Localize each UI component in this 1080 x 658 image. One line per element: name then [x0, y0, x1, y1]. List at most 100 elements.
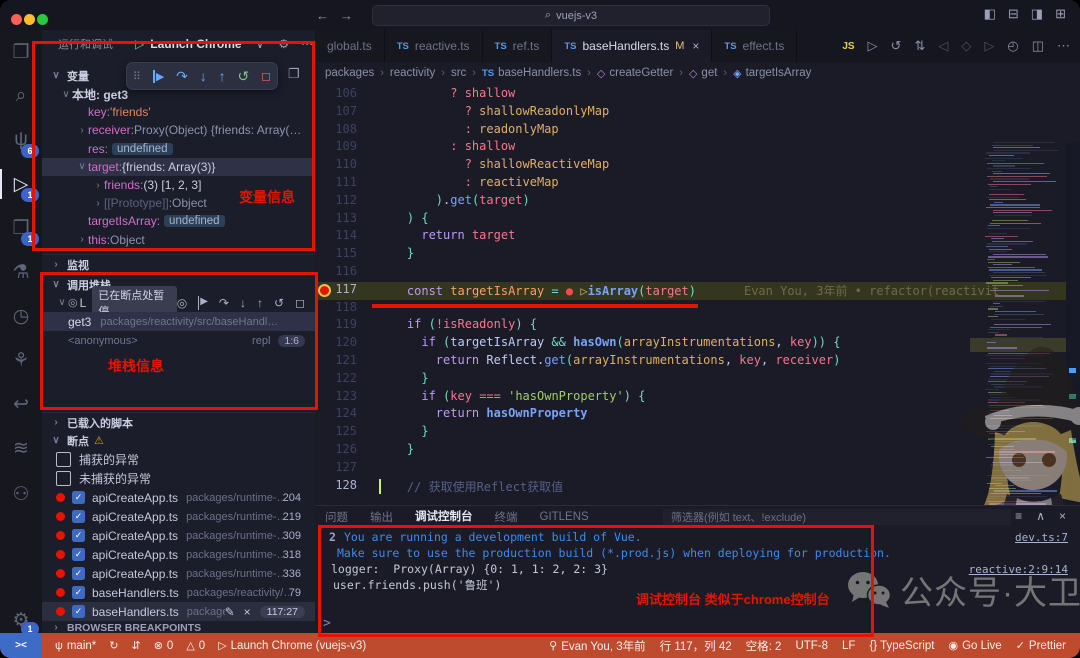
session-step-into-icon[interactable]: ↓ — [240, 296, 246, 310]
tab-reactive.ts[interactable]: TSreactive.ts — [385, 30, 483, 62]
account-icon[interactable]: ⚇ — [0, 472, 42, 516]
status-item-0[interactable]: ⊗0 — [154, 639, 174, 652]
breadcrumb[interactable]: packages›reactivity›src›TSbaseHandlers.t… — [325, 62, 1080, 84]
tab-ref.ts[interactable]: TSref.ts — [483, 30, 553, 62]
status-item-launch-chrome-vuejs-v3-[interactable]: ▷Launch Chrome (vuejs-v3) — [218, 639, 366, 652]
editor-action-navf-icon[interactable]: ▷ — [984, 38, 994, 54]
start-debug-icon[interactable]: ▷ — [135, 37, 144, 51]
console-filter-input[interactable]: 筛选器(例如 text、!exclude) — [663, 509, 1011, 525]
activity-item-docker[interactable]: ≋ — [0, 426, 42, 470]
code-area[interactable]: 1061071081091101111121131141151161171181… — [315, 86, 1080, 505]
checkbox-checked[interactable]: ✓ — [72, 586, 85, 599]
breakpoint-row[interactable]: ✓baseHandlers.tspackages/reactivity/…79 — [42, 583, 315, 602]
status-item[interactable]: ↻ — [109, 639, 118, 652]
breadcrumb-item[interactable]: get — [701, 67, 717, 79]
checkbox-checked[interactable]: ✓ — [72, 529, 85, 542]
activity-item-undo-history[interactable]: ↩ — [0, 382, 42, 426]
panel-menu-icon[interactable]: ≡ — [1015, 509, 1022, 523]
editor-action-play-icon[interactable]: ▷ — [868, 38, 878, 54]
launch-config-dropdown-icon[interactable]: ∨ — [256, 37, 265, 51]
breakpoint-row[interactable]: ✓apiCreateApp.tspackages/runtime-…309 — [42, 526, 315, 545]
line-numbers-gutter[interactable]: 1061071081091101111121131141151161171181… — [315, 86, 363, 495]
debug-session-row[interactable]: ∨ ◎ L 已在断点处暂停 ◎ ▶ ↷ ↓ ↑ ↺ ◻ — [42, 293, 315, 312]
launch-config-name[interactable]: Launch Chrome — [150, 37, 241, 51]
breadcrumb-item[interactable]: packages — [325, 67, 374, 79]
tab-baseHandlers.ts[interactable]: TSbaseHandlers.tsM× — [552, 30, 712, 62]
edit-breakpoint-icon[interactable]: ✎ — [225, 605, 235, 619]
activity-item-explorer[interactable]: ❐ — [0, 30, 42, 74]
status-item-evan-you-3-[interactable]: ⚲Evan You, 3年前 — [549, 638, 645, 654]
status-item--2[interactable]: 空格: 2 — [746, 638, 782, 654]
customize-layout-icon[interactable]: ⊞ — [1055, 7, 1066, 20]
step-into-icon[interactable]: ↓ — [200, 68, 207, 84]
session-stop-icon[interactable]: ◻ — [295, 296, 305, 310]
twisty-icon[interactable]: › — [76, 234, 88, 245]
status-item-go-live[interactable]: ◉Go Live — [948, 639, 1001, 652]
session-step-out-icon[interactable]: ↑ — [257, 296, 263, 310]
loaded-scripts-header[interactable]: ›已载入的脚本 — [42, 412, 315, 432]
editor-action-time-icon[interactable]: ◴ — [1007, 38, 1018, 54]
nav-back-icon[interactable]: ← — [316, 8, 329, 23]
breakpoint-dot-icon[interactable] — [56, 531, 65, 540]
close-window-button[interactable] — [11, 14, 22, 25]
activity-item-search[interactable]: ⌕ — [0, 74, 42, 118]
activity-item-extensions[interactable]: ❒1 — [0, 206, 42, 250]
checkbox-checked[interactable]: ✓ — [72, 548, 85, 561]
breakpoint-row[interactable]: ✓apiCreateApp.tspackages/runtime-…318 — [42, 545, 315, 564]
activity-item-source-control[interactable]: ψ6 — [0, 118, 42, 162]
checkbox-checked[interactable]: ✓ — [72, 605, 85, 618]
editor-action-navb-icon[interactable]: ◁ — [938, 38, 948, 54]
remote-indicator[interactable]: >< — [0, 633, 42, 658]
console-source-link[interactable]: dev.ts:7 — [1015, 531, 1068, 544]
session-step-over-icon[interactable]: ↷ — [219, 296, 229, 310]
open-editors-icon[interactable]: ❐ — [288, 66, 300, 82]
panel-tab-调试控制台[interactable]: 调试控制台 — [415, 508, 473, 527]
breakpoint-row[interactable]: ✓apiCreateApp.tspackages/runtime-…204 — [42, 488, 315, 507]
variable-row[interactable]: key: 'friends' — [42, 103, 315, 121]
callstack-section-header[interactable]: ∨调用堆栈 — [42, 274, 315, 294]
activity-item-run-debug[interactable]: ▷1 — [0, 162, 42, 206]
stop-icon[interactable]: ◻ — [261, 69, 271, 83]
breadcrumb-item[interactable]: reactivity — [390, 67, 435, 79]
checkbox-checked[interactable]: ✓ — [72, 510, 85, 523]
exception-breakpoint-row[interactable]: 捕获的异常 — [42, 450, 315, 469]
activity-item-testing[interactable]: ⚗ — [0, 250, 42, 294]
checkbox-checked[interactable]: ✓ — [72, 491, 85, 504]
session-record-icon[interactable]: ◎ — [177, 296, 187, 310]
session-continue-icon[interactable]: ▶ — [198, 296, 208, 310]
debug-more-actions-icon[interactable]: ⋯ — [301, 37, 313, 51]
checkbox-unchecked[interactable] — [56, 471, 71, 486]
checkbox-checked[interactable]: ✓ — [72, 567, 85, 580]
variable-row[interactable]: targetIsArray: undefined — [42, 212, 315, 230]
step-out-icon[interactable]: ↑ — [219, 68, 226, 84]
breakpoint-dot-icon[interactable] — [56, 569, 65, 578]
editor-action-comp-icon[interactable]: ⇅ — [914, 38, 925, 54]
minimize-window-button[interactable] — [24, 14, 35, 25]
twisty-icon[interactable]: › — [92, 180, 104, 191]
console-input-prompt[interactable]: > — [323, 616, 331, 631]
panel-tab-终端[interactable]: 终端 — [495, 509, 518, 525]
variable-row[interactable]: res: undefined — [42, 140, 315, 158]
toolbar-grip-icon[interactable]: ⠿ — [133, 70, 141, 83]
status-item-prettier[interactable]: ✓Prettier — [1016, 639, 1066, 652]
breakpoint-dot-icon[interactable] — [56, 588, 65, 597]
twisty-icon[interactable]: ∨ — [76, 161, 88, 172]
variable-row[interactable]: ∨target: {friends: Array(3)} — [42, 158, 315, 176]
editor-action-navd-icon[interactable]: ◇ — [961, 38, 971, 54]
toggle-secondary-sidebar-icon[interactable]: ◨ — [1031, 7, 1043, 20]
activity-item-resource-monitor[interactable]: ◷ — [0, 294, 42, 338]
remove-breakpoint-icon[interactable]: × — [244, 605, 251, 619]
status-item-main-[interactable]: ψmain* — [55, 639, 96, 652]
status-item--117-42[interactable]: 行 117，列 42 — [660, 638, 732, 654]
breadcrumb-item[interactable]: baseHandlers.ts — [498, 67, 581, 79]
console-row[interactable]: Make sure to use the production build (*… — [315, 545, 1080, 561]
status-item[interactable]: ⇵ — [131, 639, 140, 652]
breakpoints-section-header[interactable]: ∨断点 ⚠ — [42, 431, 315, 450]
variable-row[interactable]: ›this: Object — [42, 231, 315, 249]
editor-action-hist-icon[interactable]: ↺ — [891, 38, 902, 54]
step-over-icon[interactable]: ↷ — [176, 68, 188, 85]
toggle-sidebar-icon[interactable]: ◧ — [984, 7, 996, 20]
maximize-window-button[interactable] — [37, 14, 48, 25]
status-item-0[interactable]: △0 — [186, 639, 205, 652]
continue-icon[interactable]: ▶ — [153, 70, 164, 83]
